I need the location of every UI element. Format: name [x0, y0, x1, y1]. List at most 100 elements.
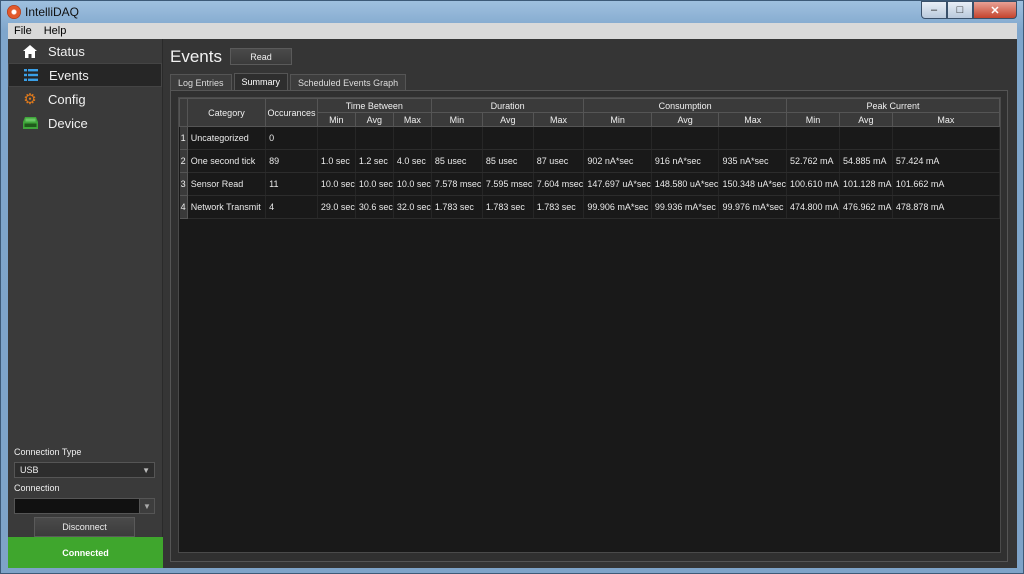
table-cell — [393, 126, 432, 150]
table-cell: 99.936 mA*sec — [651, 195, 720, 219]
table-cell: Sensor Read — [187, 172, 267, 196]
connection-type-select[interactable]: USB ▼ — [14, 462, 155, 478]
table-cell: Uncategorized — [187, 126, 267, 150]
chevron-down-icon[interactable]: ▼ — [139, 499, 154, 513]
device-icon — [22, 115, 38, 131]
table-cell: 29.0 sec — [317, 195, 356, 219]
table-row[interactable]: 4 Network Transmit 4 29.0 sec 30.6 sec 32.0 s… — [179, 195, 1000, 219]
sidebar-item-label: Events — [49, 67, 89, 83]
menu-bar: File Help — [8, 23, 1017, 39]
table-cell: One second tick — [187, 149, 267, 173]
sidebar: Status Events ⚙ Config Device Connection… — [8, 39, 163, 568]
table-body: 1 Uncategorized 0 2 One second tick 89 1.0 sec… — [179, 126, 1000, 219]
column-header-avg[interactable]: Avg — [354, 112, 394, 127]
table-cell: 89 — [265, 149, 318, 173]
column-header-min[interactable]: Min — [786, 112, 840, 127]
table-cell: 147.697 uA*sec — [583, 172, 652, 196]
sidebar-item-config[interactable]: ⚙ Config — [8, 87, 162, 111]
connection-status-badge: Connected — [8, 537, 163, 568]
column-header-max[interactable]: Max — [392, 112, 432, 127]
table-cell: 85 usec — [482, 149, 534, 173]
close-button[interactable]: ✕ — [973, 1, 1017, 19]
table-cell: 10.0 sec — [393, 172, 432, 196]
column-header-occurances[interactable]: Occurances — [265, 98, 318, 127]
table-cell: 1.0 sec — [317, 149, 356, 173]
column-header-category[interactable]: Category — [186, 98, 267, 127]
table-cell: 4 — [265, 195, 318, 219]
row-number: 2 — [179, 149, 188, 173]
read-button[interactable]: Read — [230, 48, 292, 65]
title-bar[interactable]: IntelliDAQ – □ ✕ — [1, 1, 1023, 23]
table-cell: 1.783 sec — [533, 195, 585, 219]
table-cell: 85 usec — [431, 149, 483, 173]
sidebar-item-label: Device — [48, 115, 88, 131]
tab-log-entries[interactable]: Log Entries — [170, 74, 232, 90]
summary-table-container[interactable]: Category Occurances Time Between Duratio… — [178, 97, 1001, 553]
tab-summary[interactable]: Summary — [233, 73, 289, 90]
table-cell: 52.762 mA — [786, 149, 840, 173]
group-header-time-between: Time Between — [316, 98, 432, 113]
sidebar-item-status[interactable]: Status — [8, 39, 162, 63]
summary-panel: Category Occurances Time Between Duratio… — [170, 90, 1008, 562]
row-number: 3 — [179, 172, 188, 196]
gear-icon: ⚙ — [23, 90, 37, 108]
column-header-min[interactable]: Min — [583, 112, 652, 127]
table-cell: 148.580 uA*sec — [651, 172, 720, 196]
sidebar-item-events[interactable]: Events — [8, 63, 162, 87]
minimize-button[interactable]: – — [921, 1, 947, 19]
table-cell — [355, 126, 394, 150]
table-cell — [718, 126, 787, 150]
group-header-consumption: Consumption — [583, 98, 787, 113]
table-cell: 10.0 sec — [355, 172, 394, 196]
row-number: 1 — [179, 126, 188, 150]
table-cell: 101.128 mA — [839, 172, 893, 196]
connection-select[interactable]: ▼ — [14, 498, 155, 514]
column-header-avg[interactable]: Avg — [481, 112, 534, 127]
tab-scheduled-events-graph[interactable]: Scheduled Events Graph — [290, 74, 407, 90]
menu-help[interactable]: Help — [38, 25, 73, 37]
column-header-avg[interactable]: Avg — [650, 112, 720, 127]
table-cell — [431, 126, 483, 150]
app-window: IntelliDAQ – □ ✕ File Help Status Events — [0, 0, 1024, 574]
table-cell — [651, 126, 720, 150]
column-header-avg[interactable]: Avg — [838, 112, 893, 127]
group-header-duration: Duration — [430, 98, 585, 113]
table-cell: 87 usec — [533, 149, 585, 173]
table-cell: 99.906 mA*sec — [583, 195, 652, 219]
table-cell: 1.2 sec — [355, 149, 394, 173]
table-corner — [179, 98, 188, 127]
column-header-max[interactable]: Max — [891, 112, 1000, 127]
maximize-button[interactable]: □ — [947, 1, 973, 19]
list-icon — [23, 67, 39, 83]
table-row[interactable]: 1 Uncategorized 0 — [179, 126, 1000, 150]
table-row[interactable]: 3 Sensor Read 11 10.0 sec 10.0 sec 10.0 sec 7.… — [179, 172, 1000, 196]
app-logo-icon — [7, 5, 21, 19]
window-title: IntelliDAQ — [25, 5, 80, 19]
table-cell: 101.662 mA — [892, 172, 1000, 196]
table-cell: 1.783 sec — [431, 195, 483, 219]
table-cell: 902 nA*sec — [583, 149, 652, 173]
row-number: 4 — [179, 195, 188, 219]
table-cell: 10.0 sec — [317, 172, 356, 196]
home-icon — [22, 43, 38, 59]
table-cell: 1.783 sec — [482, 195, 534, 219]
column-header-max[interactable]: Max — [532, 112, 585, 127]
column-header-max[interactable]: Max — [718, 112, 787, 127]
table-cell: 916 nA*sec — [651, 149, 720, 173]
client-area: File Help Status Events ⚙ Config Device … — [8, 23, 1017, 568]
table-cell: 150.348 uA*sec — [718, 172, 787, 196]
table-cell: 11 — [265, 172, 318, 196]
table-cell: 7.604 msec — [533, 172, 585, 196]
table-cell: 4.0 sec — [393, 149, 432, 173]
table-cell — [533, 126, 585, 150]
table-cell — [786, 126, 840, 150]
disconnect-button[interactable]: Disconnect — [34, 517, 135, 537]
table-cell — [892, 126, 1000, 150]
menu-file[interactable]: File — [8, 25, 38, 37]
sidebar-item-device[interactable]: Device — [8, 111, 162, 135]
sidebar-item-label: Config — [48, 91, 86, 107]
table-row[interactable]: 2 One second tick 89 1.0 sec 1.2 sec 4.0 sec 8… — [179, 149, 1000, 173]
column-header-min[interactable]: Min — [430, 112, 483, 127]
table-cell: 478.878 mA — [892, 195, 1000, 219]
column-header-min[interactable]: Min — [316, 112, 356, 127]
